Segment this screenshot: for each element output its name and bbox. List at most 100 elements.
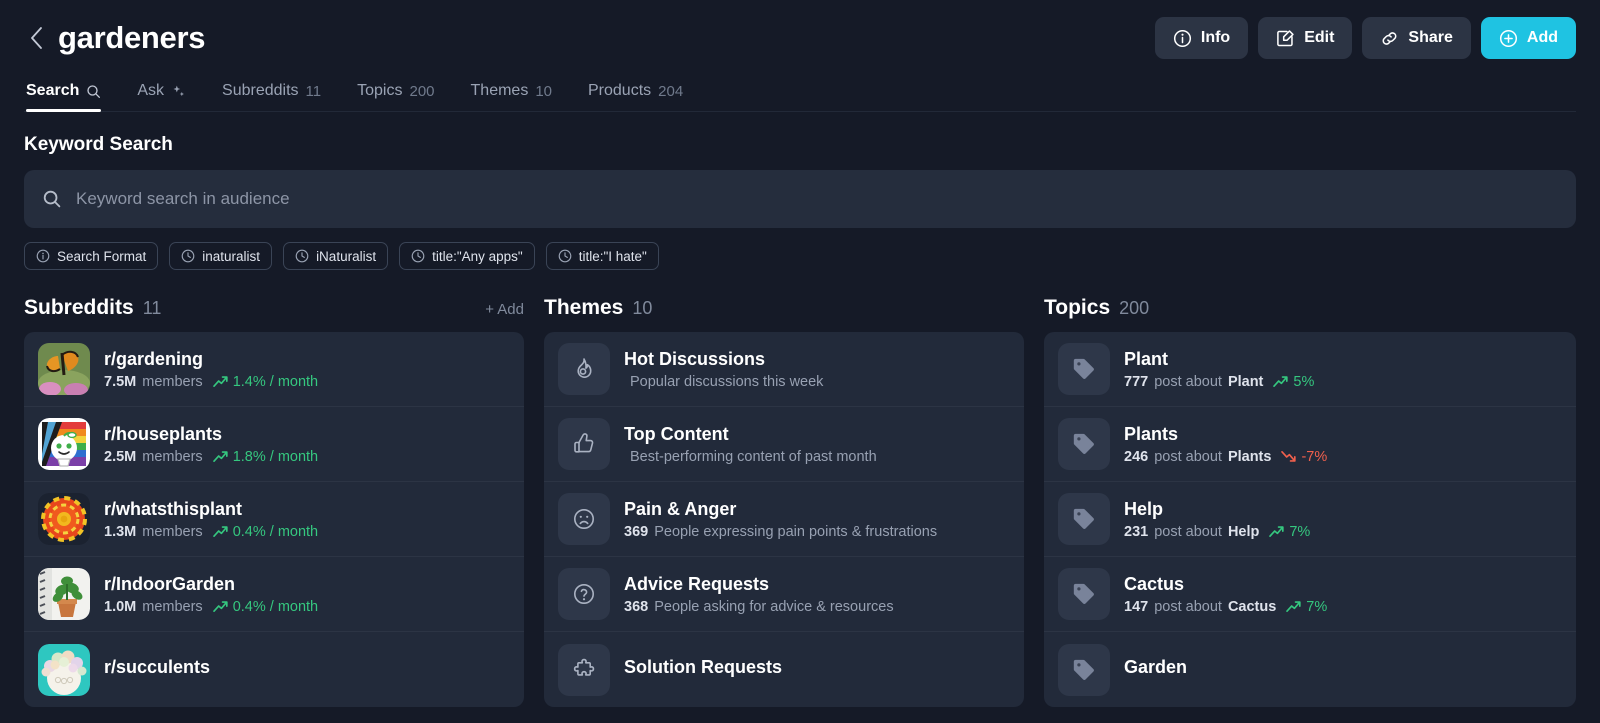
edit-button-label: Edit bbox=[1304, 29, 1335, 46]
row-body: Advice Requests 368 People asking for ad… bbox=[624, 574, 894, 615]
keyword-search-section: Keyword Search Search Format bbox=[0, 134, 1600, 707]
theme-desc-wrap: 369 People expressing pain points & frus… bbox=[624, 524, 937, 540]
chevron-left-icon bbox=[30, 27, 42, 49]
theme-desc-wrap: Popular discussions this week bbox=[624, 374, 823, 390]
info-button-label: Info bbox=[1200, 29, 1231, 46]
topic-keyword: Plant bbox=[1227, 373, 1264, 390]
trend-up-icon bbox=[212, 451, 228, 462]
sparkles-icon bbox=[173, 85, 184, 96]
subreddit-stats: 2.5M members 1.8% / month bbox=[104, 449, 318, 465]
growth-value: 7% bbox=[1289, 523, 1311, 540]
row-body: Cactus 147 post about Cactus 7% bbox=[1124, 574, 1327, 615]
topic-keyword: Help bbox=[1227, 523, 1260, 540]
header-top-bar: gardeners Info Edit Share Add bbox=[24, 10, 1576, 66]
row-body: Hot Discussions Popular discussions this… bbox=[624, 349, 823, 390]
list-item[interactable]: Top Content Best-performing content of p… bbox=[544, 407, 1024, 482]
growth-value: 1.8% / month bbox=[232, 448, 319, 465]
search-chips: Search Format inaturalist iNaturalist ti… bbox=[24, 242, 1576, 270]
topic-icon-tile bbox=[1058, 568, 1110, 620]
topic-stats: 777 post about Plant 5% bbox=[1124, 374, 1314, 390]
theme-title: Advice Requests bbox=[624, 573, 770, 594]
themes-column: Themes 10 Hot Discussions Popular discus… bbox=[544, 296, 1044, 707]
search-input[interactable] bbox=[76, 189, 1558, 209]
topics-heading: Topics bbox=[1044, 296, 1111, 319]
table-row[interactable]: r/IndoorGarden 1.0M members 0.4% / month bbox=[24, 557, 524, 632]
member-count: 7.5M bbox=[104, 373, 137, 390]
list-item[interactable]: Cactus 147 post about Cactus 7% bbox=[1044, 557, 1576, 632]
chip-recent-inaturalist-lower[interactable]: inaturalist bbox=[169, 242, 273, 270]
potted-plant-photo-icon bbox=[38, 568, 90, 620]
theme-title: Pain & Anger bbox=[624, 498, 737, 519]
list-item[interactable]: Advice Requests 368 People asking for ad… bbox=[544, 557, 1024, 632]
list-item[interactable]: Hot Discussions Popular discussions this… bbox=[544, 332, 1024, 407]
share-button[interactable]: Share bbox=[1362, 17, 1471, 59]
topic-name: Help bbox=[1124, 498, 1164, 519]
chip-recent-inaturalist-camel[interactable]: iNaturalist bbox=[283, 242, 389, 270]
table-row[interactable]: r/gardening 7.5M members 1.4% / month bbox=[24, 332, 524, 407]
tag-icon bbox=[1073, 659, 1094, 680]
topic-icon-tile bbox=[1058, 643, 1110, 696]
trend-up-icon bbox=[1273, 376, 1289, 387]
avatar bbox=[38, 643, 90, 696]
search-icon bbox=[43, 190, 61, 208]
tab-products[interactable]: Products 204 bbox=[588, 82, 683, 111]
chip-recent-any-apps[interactable]: title:"Any apps" bbox=[399, 242, 535, 270]
info-button[interactable]: Info bbox=[1154, 17, 1249, 59]
back-button[interactable] bbox=[24, 24, 48, 52]
search-icon bbox=[87, 84, 101, 98]
list-item[interactable]: Solution Requests bbox=[544, 632, 1024, 707]
list-item[interactable]: Plant 777 post about Plant 5% bbox=[1044, 332, 1576, 407]
table-row[interactable]: r/houseplants 2.5M members 1.8% / month bbox=[24, 407, 524, 482]
tab-search[interactable]: Search bbox=[26, 82, 102, 112]
list-item[interactable]: Plants 246 post about Plants -7% bbox=[1044, 407, 1576, 482]
tab-ask[interactable]: Ask bbox=[137, 82, 186, 111]
add-button-label: Add bbox=[1526, 29, 1558, 46]
subreddits-heading: Subreddits bbox=[24, 296, 134, 319]
chip-recent-i-hate[interactable]: title:"I hate" bbox=[545, 242, 659, 270]
flame-icon bbox=[577, 358, 592, 378]
tab-subreddits[interactable]: Subreddits 11 bbox=[222, 82, 321, 111]
topic-name: Plants bbox=[1124, 423, 1179, 444]
topic-name: Cactus bbox=[1124, 573, 1185, 594]
chip-label: iNaturalist bbox=[316, 248, 377, 264]
members-label: members bbox=[142, 448, 203, 465]
avatar bbox=[38, 493, 90, 545]
app-header: gardeners Info Edit Share Add Search Ask… bbox=[0, 0, 1600, 112]
row-body: Garden bbox=[1124, 657, 1187, 682]
trend-up-icon bbox=[212, 601, 228, 612]
tab-topics-label: Topics bbox=[357, 82, 403, 99]
tab-themes[interactable]: Themes 10 bbox=[471, 82, 552, 111]
subreddits-column: Subreddits 11 + Add r/gardening 7.5M mem… bbox=[24, 296, 544, 707]
share-button-label: Share bbox=[1408, 29, 1453, 46]
subreddits-header: Subreddits 11 + Add bbox=[24, 296, 524, 332]
list-item[interactable]: Help 231 post about Help 7% bbox=[1044, 482, 1576, 557]
subreddits-add-link[interactable]: + Add bbox=[485, 301, 524, 318]
theme-icon-tile bbox=[558, 493, 610, 545]
theme-title: Solution Requests bbox=[624, 657, 783, 677]
growth-trend: 1.8% / month bbox=[212, 448, 319, 465]
trend-up-icon bbox=[212, 376, 228, 387]
theme-desc: Best-performing content of past month bbox=[630, 448, 877, 465]
theme-desc: People expressing pain points & frustrat… bbox=[654, 523, 938, 540]
topic-keyword: Cactus bbox=[1227, 598, 1277, 615]
chip-label: title:"Any apps" bbox=[432, 248, 523, 264]
tab-subreddits-count: 11 bbox=[305, 82, 322, 100]
trend-up-icon bbox=[1286, 601, 1301, 612]
content-columns: Subreddits 11 + Add r/gardening 7.5M mem… bbox=[24, 296, 1576, 707]
subreddits-count: 11 bbox=[142, 298, 162, 318]
add-button[interactable]: Add bbox=[1480, 17, 1576, 59]
page-title: gardeners bbox=[58, 20, 206, 55]
list-item[interactable]: Garden bbox=[1044, 632, 1576, 707]
subreddit-stats: 1.3M members 0.4% / month bbox=[104, 524, 318, 540]
chip-search-format[interactable]: Search Format bbox=[24, 242, 159, 270]
link-icon bbox=[1382, 31, 1397, 45]
topic-name: Plant bbox=[1124, 348, 1169, 369]
themes-heading: Themes bbox=[544, 296, 624, 319]
list-item[interactable]: Pain & Anger 369 People expressing pain … bbox=[544, 482, 1024, 557]
edit-button[interactable]: Edit bbox=[1258, 17, 1353, 59]
tab-topics[interactable]: Topics 200 bbox=[357, 82, 434, 111]
table-row[interactable]: r/whatsthisplant 1.3M members 0.4% / mon… bbox=[24, 482, 524, 557]
row-body: r/whatsthisplant 1.3M members 0.4% / mon… bbox=[104, 499, 318, 540]
table-row[interactable]: r/succulents bbox=[24, 632, 524, 707]
search-box[interactable] bbox=[24, 170, 1576, 228]
